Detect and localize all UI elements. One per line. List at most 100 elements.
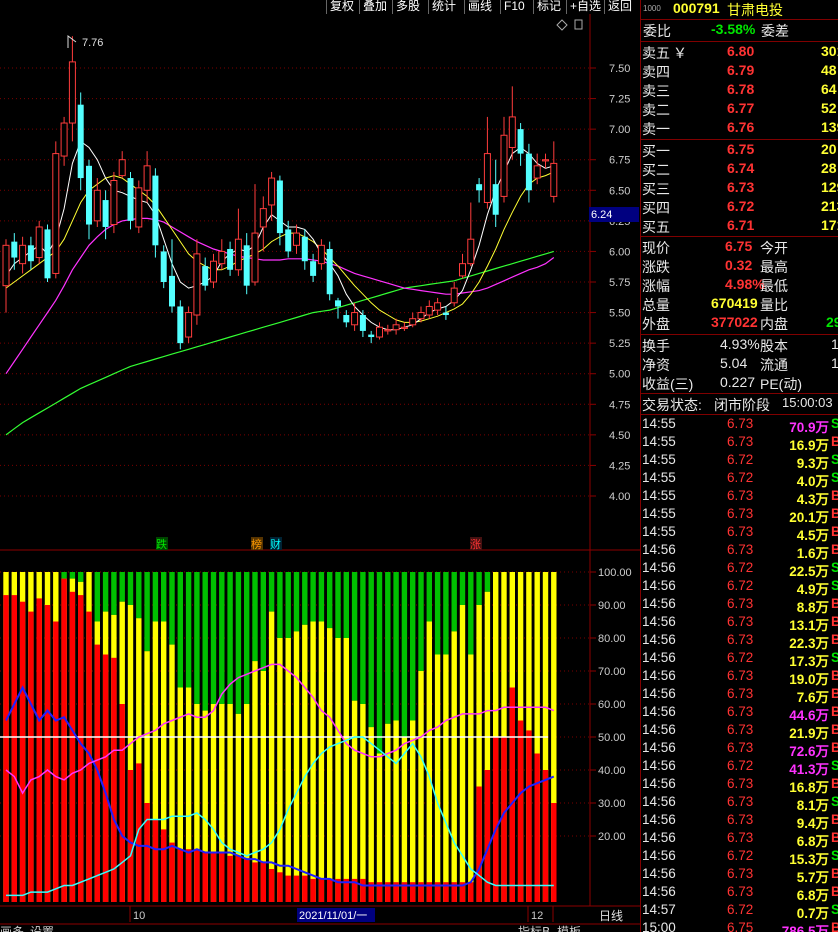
indicator-red-bar [28, 611, 34, 902]
indicator-green-bar [335, 572, 341, 638]
candle-down [343, 315, 350, 323]
toolbar-statistics-button[interactable]: 统计 [428, 0, 459, 14]
indicator-green-bar [268, 572, 275, 612]
indicator-red-bar [327, 878, 333, 902]
window-toggle-icon[interactable] [574, 19, 583, 30]
indicator-red-bar [277, 872, 283, 902]
indicator-green-bar [351, 572, 358, 701]
indicator-axis-label: 50.00 [598, 732, 626, 744]
buy-level-4[interactable]: 买四 6.72 213 [641, 198, 838, 217]
tab-indicator[interactable]: 指标B [518, 924, 550, 932]
tick-row: 14:57 6.72 0.7万 S [642, 902, 838, 921]
toolbar-back-button[interactable]: 返回 [604, 0, 635, 14]
indicator-red-bar [136, 763, 142, 902]
candle-down [326, 248, 333, 295]
indicator-axis-label: 40.00 [598, 765, 626, 777]
candle-down [276, 180, 283, 234]
candle-down [11, 241, 18, 258]
buy-level-1[interactable]: 买一 6.75 20 [641, 141, 838, 160]
candle-up [2, 244, 10, 287]
indicator-red-bar [285, 875, 291, 902]
toolbar-draw-button[interactable]: 画线 [464, 0, 495, 14]
stock-name: 甘肃电投 [727, 2, 783, 18]
tick-row: 14:56 6.73 21.9万 B [642, 722, 838, 741]
tab-settings[interactable]: 设置 [30, 925, 54, 932]
marker-rank[interactable]: 榜 [251, 537, 262, 551]
candle-up [459, 263, 466, 277]
indicator-green-bar [69, 572, 76, 579]
indicator-green-bar [78, 572, 84, 582]
candle-up [68, 61, 76, 124]
indicator-red-bar [534, 753, 540, 902]
tick-row: 14:55 6.73 4.3万 B [642, 488, 838, 507]
indicator-red-bar [111, 657, 117, 902]
candle-up [409, 318, 417, 326]
indicator-green-bar [185, 572, 192, 688]
quote-stat-row: 总量 670419 量比 [642, 295, 788, 313]
quote-stat-row: 现价 6.75 今开 [642, 238, 788, 256]
indicator-green-bar [102, 572, 109, 612]
indicator-green-bar [144, 572, 150, 652]
marker-rise[interactable]: 涨 [470, 538, 481, 551]
candle-up [450, 287, 458, 304]
candle-up [52, 153, 60, 274]
candle-down [492, 184, 499, 215]
indicator-yellow-bar [293, 631, 300, 902]
sell-level-1[interactable]: 卖一 6.76 139 [641, 119, 838, 138]
tick-row: 14:56 6.73 6.8万 B [642, 884, 838, 903]
tick-row: 15:00 6.75 786.5万 B [642, 920, 838, 932]
price-axis-label: 5.75 [609, 277, 630, 289]
indicator-red-bar [235, 855, 242, 902]
kline-chart-area[interactable]: 7.507.257.006.756.506.256.005.755.505.25… [0, 14, 640, 932]
tick-row: 14:55 6.73 4.5万 B [642, 524, 838, 543]
sell-level-4[interactable]: 卖四 6.79 48 [641, 62, 838, 81]
tab-template[interactable]: 模板 [557, 925, 581, 932]
marker-fall[interactable]: 跌 [156, 537, 167, 551]
toolbar-f10-button[interactable]: F10 [500, 0, 528, 14]
toolbar-mark-button[interactable]: 标记 [533, 0, 564, 14]
buy-level-2[interactable]: 买二 6.74 28 [641, 160, 838, 179]
indicator-red-bar [318, 878, 325, 902]
indicator-red-bar [53, 621, 59, 902]
candle-down [285, 229, 292, 252]
buy-level-3[interactable]: 买三 6.73 129 [641, 179, 838, 198]
marker-finance[interactable]: 财 [270, 537, 281, 551]
toolbar-overlay-button[interactable]: 叠加 [359, 0, 390, 14]
candle-up [376, 326, 383, 338]
candle-up [550, 162, 558, 197]
candle-up [384, 329, 392, 332]
indicator-green-bar [127, 572, 134, 605]
indicator-red-bar [194, 849, 200, 902]
toolbar-fuquan-button[interactable]: 复权 [326, 0, 357, 14]
code-prefix: 1000 [643, 4, 661, 13]
toolbar-add-watchlist-button[interactable]: +自选 [566, 0, 604, 14]
indicator-red-bar [526, 730, 532, 902]
tick-row: 14:56 6.73 8.1万 S [642, 794, 838, 813]
tick-row: 14:56 6.73 16.8万 B [642, 776, 838, 795]
sell-level-3[interactable]: 卖三 6.78 64 [641, 81, 838, 100]
sell-level-5[interactable]: 卖五￥ 6.80 301 [641, 43, 838, 62]
indicator-green-bar [302, 572, 308, 625]
candle-down [127, 178, 134, 221]
tab-draw[interactable]: 画多 [0, 925, 24, 932]
candle-up [251, 232, 259, 283]
candle-down [27, 245, 34, 262]
tick-row: 14:56 6.73 22.3万 B [642, 632, 838, 651]
period-daily-button[interactable]: 日线 [599, 909, 623, 923]
indicator-yellow-bar [443, 654, 449, 902]
candle-down [525, 153, 532, 191]
indicator-green-bar [119, 572, 125, 602]
indicator-red-bar [302, 875, 308, 902]
tick-row: 14:56 6.72 22.5万 S [642, 560, 838, 579]
toolbar-multi-stock-button[interactable]: 多股 [392, 0, 423, 14]
sell-level-2[interactable]: 卖二 6.77 52 [641, 100, 838, 119]
settings-diamond-icon[interactable] [556, 19, 568, 31]
trade-status-value: 闭市阶段 [714, 397, 770, 413]
candle-up [135, 187, 143, 228]
current-price-tag: 6.24 [589, 207, 639, 222]
indicator-green-bar [410, 572, 416, 721]
webi-row: 委比 -3.58% 委差 [643, 21, 789, 39]
candle-up [434, 302, 442, 311]
indicator-axis-label: 100.00 [598, 567, 632, 579]
buy-level-5[interactable]: 买五 6.71 171 [641, 217, 838, 236]
